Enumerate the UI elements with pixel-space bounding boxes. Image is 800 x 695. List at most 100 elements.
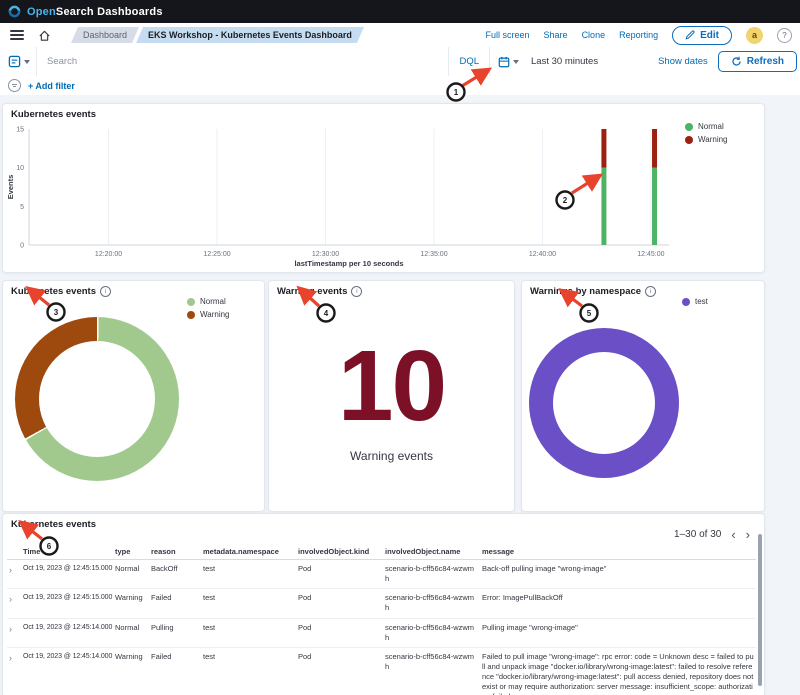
table-row: ›Oct 19, 2023 @ 12:45:14.000NormalPullin…	[7, 618, 756, 647]
expand-row-icon[interactable]: ›	[7, 560, 21, 589]
cell-message: Pulling image "wrong-image"	[480, 618, 756, 647]
expand-row-icon[interactable]: ›	[7, 589, 21, 618]
legend-label: test	[695, 297, 708, 306]
events-bar-chart[interactable]: 12:20:0012:25:0012:30:0012:35:0012:40:00…	[3, 104, 762, 270]
cell-name: scenario-b-cff56c84-wzwmh	[383, 589, 480, 618]
nav-bar: DashboardEKS Workshop - Kubernetes Event…	[0, 23, 800, 48]
cell-name: scenario-b-cff56c84-wzwmh	[383, 618, 480, 647]
column-header-type[interactable]: type	[113, 544, 149, 560]
menu-icon[interactable]	[10, 30, 24, 40]
column-header-name[interactable]: involvedObject.name	[383, 544, 480, 560]
legend-item-normal[interactable]: Normal	[187, 297, 230, 306]
prev-page-icon[interactable]: ‹	[731, 528, 735, 541]
expand-row-icon[interactable]: ›	[7, 618, 21, 647]
refresh-button-label: Refresh	[747, 56, 784, 67]
add-filter-link[interactable]: + Add filter	[28, 81, 75, 91]
query-bar: DQL Last 30 minutes Show dates Refresh	[0, 47, 800, 77]
edit-button[interactable]: Edit	[672, 26, 732, 45]
svg-text:10: 10	[16, 165, 24, 172]
donut-legend: Normal Warning	[187, 297, 230, 319]
namespace-legend: test	[682, 297, 708, 306]
cell-namespace: test	[201, 589, 296, 618]
opensearch-logo-icon	[8, 5, 21, 18]
cell-time: Oct 19, 2023 @ 12:45:14.000	[21, 647, 113, 695]
svg-text:12:25:00: 12:25:00	[203, 251, 230, 258]
help-icon[interactable]: ?	[777, 28, 792, 43]
refresh-button[interactable]: Refresh	[718, 51, 797, 72]
events-donut-chart[interactable]	[15, 317, 179, 481]
home-icon[interactable]	[38, 29, 51, 42]
legend-label: Normal	[200, 297, 226, 306]
filter-bar: + Add filter	[0, 76, 800, 95]
legend-dot	[682, 298, 690, 306]
column-header-message[interactable]: message	[480, 544, 756, 560]
avatar[interactable]: a	[746, 27, 763, 44]
column-header-time[interactable]: Time▼	[21, 544, 113, 560]
legend-item-warning[interactable]: Warning	[685, 135, 728, 144]
chart-legend: Normal Warning	[685, 122, 728, 144]
events-table: Time▼typereasonmetadata.namespaceinvolve…	[7, 544, 756, 695]
column-header-namespace[interactable]: metadata.namespace	[201, 544, 296, 560]
svg-text:12:30:00: 12:30:00	[312, 251, 339, 258]
search-input[interactable]	[37, 56, 448, 67]
cell-namespace: test	[201, 560, 296, 589]
panel-title: Kubernetes events	[11, 519, 96, 530]
column-header-expand[interactable]	[7, 544, 21, 560]
legend-label: Warning	[698, 135, 728, 144]
cell-type: Normal	[113, 560, 149, 589]
nav-link-reporting[interactable]: Reporting	[619, 30, 658, 40]
svg-text:lastTimestamp per 10 seconds: lastTimestamp per 10 seconds	[294, 259, 403, 268]
metric-label: Warning events	[269, 449, 514, 463]
date-picker-button[interactable]	[489, 47, 527, 76]
table-row: ›Oct 19, 2023 @ 12:45:14.000WarningFaile…	[7, 647, 756, 695]
top-app-bar: OpenSearch Dashboards	[0, 0, 800, 23]
info-icon[interactable]: i	[100, 286, 111, 297]
cell-message: Error: ImagePullBackOff	[480, 589, 756, 618]
sort-desc-icon: ▼	[42, 550, 48, 556]
cell-reason: Pulling	[149, 618, 201, 647]
cell-reason: Failed	[149, 589, 201, 618]
breadcrumb-parent[interactable]: Dashboard	[71, 27, 139, 43]
edit-button-label: Edit	[700, 30, 719, 41]
panel-title: Warnings by namespacei	[530, 286, 656, 297]
show-dates-link[interactable]: Show dates	[658, 56, 718, 67]
info-icon[interactable]: i	[351, 286, 362, 297]
panel-title: Kubernetes events	[11, 109, 96, 120]
breadcrumb-current[interactable]: EKS Workshop - Kubernetes Events Dashboa…	[136, 27, 364, 43]
legend-item-test[interactable]: test	[682, 297, 708, 306]
legend-item-warning[interactable]: Warning	[187, 310, 230, 319]
dql-selector[interactable]: DQL	[448, 47, 489, 76]
table-row: ›Oct 19, 2023 @ 12:45:15.000NormalBackOf…	[7, 560, 756, 589]
saved-query-menu[interactable]	[0, 47, 37, 76]
cell-time: Oct 19, 2023 @ 12:45:14.000	[21, 618, 113, 647]
cell-type: Warning	[113, 589, 149, 618]
time-range-value[interactable]: Last 30 minutes	[527, 56, 658, 67]
legend-item-normal[interactable]: Normal	[685, 122, 728, 131]
panel-kubernetes-events-chart: Kubernetes events 12:20:0012:25:0012:30:…	[2, 103, 765, 273]
svg-text:12:35:00: 12:35:00	[420, 251, 447, 258]
panel-warning-events-metric: Warning eventsi 10 Warning events	[268, 280, 515, 512]
info-icon[interactable]: i	[645, 286, 656, 297]
legend-dot	[685, 123, 693, 131]
cell-name: scenario-b-cff56c84-wzwmh	[383, 560, 480, 589]
metric-value: 10	[269, 336, 514, 436]
nav-link-clone[interactable]: Clone	[582, 30, 606, 40]
next-page-icon[interactable]: ›	[746, 528, 750, 541]
cell-name: scenario-b-cff56c84-wzwmh	[383, 647, 480, 695]
nav-link-full-screen[interactable]: Full screen	[486, 30, 530, 40]
cell-reason: BackOff	[149, 560, 201, 589]
table-pagination: 1–30 of 30 ‹ ›	[674, 528, 750, 541]
legend-label: Normal	[698, 122, 724, 131]
breadcrumb: DashboardEKS Workshop - Kubernetes Event…	[71, 27, 364, 43]
table-scrollbar[interactable]	[758, 534, 762, 686]
filter-options-icon[interactable]	[8, 79, 21, 92]
column-header-reason[interactable]: reason	[149, 544, 201, 560]
cell-kind: Pod	[296, 560, 383, 589]
expand-row-icon[interactable]: ›	[7, 647, 21, 695]
column-header-kind[interactable]: involvedObject.kind	[296, 544, 383, 560]
cell-message: Back-off pulling image "wrong-image"	[480, 560, 756, 589]
svg-text:15: 15	[16, 127, 24, 134]
namespace-donut-chart[interactable]	[529, 328, 679, 478]
nav-link-share[interactable]: Share	[544, 30, 568, 40]
svg-text:12:45:00: 12:45:00	[637, 251, 664, 258]
